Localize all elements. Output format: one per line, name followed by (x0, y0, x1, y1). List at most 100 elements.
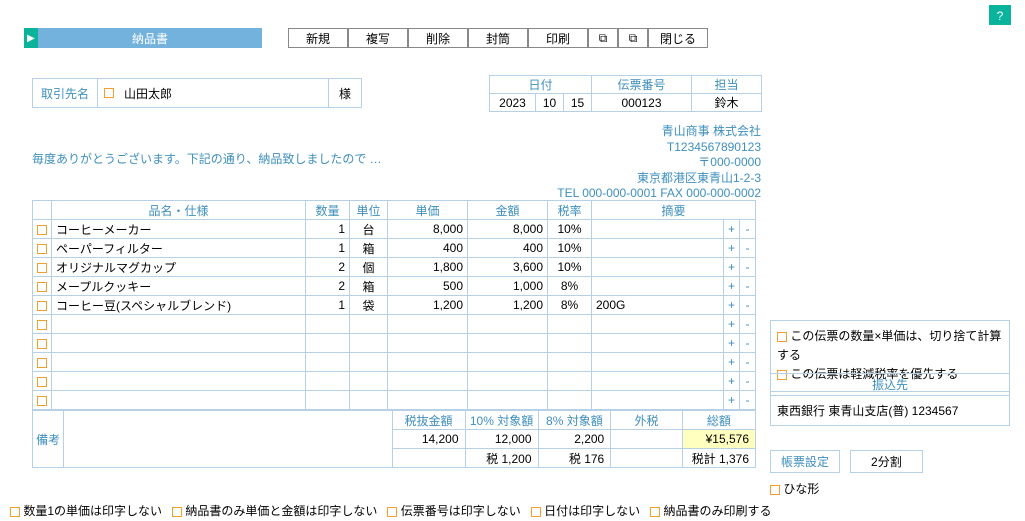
row-remove-button[interactable]: - (740, 277, 756, 296)
close-button[interactable]: 閉じる (648, 28, 708, 48)
row-note[interactable] (592, 391, 724, 410)
row-add-button[interactable]: + (723, 277, 739, 296)
row-tax[interactable] (548, 372, 592, 391)
row-add-button[interactable]: + (723, 296, 739, 315)
row-checkbox[interactable] (37, 244, 47, 254)
row-remove-button[interactable]: - (740, 220, 756, 239)
row-add-button[interactable]: + (723, 391, 739, 410)
row-add-button[interactable]: + (723, 239, 739, 258)
row-remove-button[interactable]: - (740, 391, 756, 410)
row-name[interactable]: メープルクッキー (52, 277, 306, 296)
row-tax[interactable] (548, 334, 592, 353)
row-price[interactable]: 400 (388, 239, 468, 258)
remark-field[interactable] (64, 411, 392, 468)
table-row[interactable]: +- (33, 315, 756, 334)
row-checkbox[interactable] (37, 358, 47, 368)
row-add-button[interactable]: + (723, 315, 739, 334)
table-row[interactable]: オリジナルマグカップ2個1,8003,60010%+- (33, 258, 756, 277)
row-checkbox[interactable] (37, 225, 47, 235)
row-checkbox[interactable] (37, 377, 47, 387)
row-unit[interactable] (350, 334, 388, 353)
row-note[interactable] (592, 353, 724, 372)
row-price[interactable] (388, 315, 468, 334)
row-remove-button[interactable]: - (740, 296, 756, 315)
row-note[interactable] (592, 372, 724, 391)
row-unit[interactable] (350, 353, 388, 372)
row-qty[interactable]: 2 (306, 258, 350, 277)
row-add-button[interactable]: + (723, 334, 739, 353)
row-name[interactable]: オリジナルマグカップ (52, 258, 306, 277)
row-price[interactable]: 1,200 (388, 296, 468, 315)
row-note[interactable] (592, 220, 724, 239)
row-remove-button[interactable]: - (740, 334, 756, 353)
row-checkbox[interactable] (37, 263, 47, 273)
form-setting-value[interactable]: 2分割 (850, 450, 923, 473)
date-day[interactable]: 15 (564, 94, 592, 112)
row-remove-button[interactable]: - (740, 372, 756, 391)
row-tax[interactable] (548, 353, 592, 372)
table-row[interactable]: コーヒー豆(スペシャルブレンド)1袋1,2001,2008%200G+- (33, 296, 756, 315)
row-tax[interactable]: 10% (548, 220, 592, 239)
row-qty[interactable] (306, 372, 350, 391)
row-checkbox[interactable] (37, 301, 47, 311)
partner-checkbox[interactable] (104, 88, 114, 98)
table-row[interactable]: ペーパーフィルター1箱40040010%+- (33, 239, 756, 258)
row-price[interactable] (388, 391, 468, 410)
row-checkbox[interactable] (37, 320, 47, 330)
row-add-button[interactable]: + (723, 372, 739, 391)
row-tax[interactable] (548, 315, 592, 334)
table-row[interactable]: +- (33, 391, 756, 410)
row-add-button[interactable]: + (723, 258, 739, 277)
row-name[interactable] (52, 372, 306, 391)
row-tax[interactable] (548, 391, 592, 410)
row-unit[interactable]: 箱 (350, 239, 388, 258)
row-qty[interactable]: 1 (306, 296, 350, 315)
opt1-checkbox[interactable] (777, 332, 787, 342)
row-price[interactable] (388, 334, 468, 353)
staff-name[interactable]: 鈴木 (692, 94, 762, 112)
envelope-button[interactable]: 封筒 (468, 28, 528, 48)
partner-name[interactable]: 山田太郎 (120, 85, 328, 102)
new-button[interactable]: 新規 (288, 28, 348, 48)
row-name[interactable] (52, 334, 306, 353)
row-remove-button[interactable]: - (740, 315, 756, 334)
row-note[interactable] (592, 277, 724, 296)
row-unit[interactable] (350, 391, 388, 410)
row-remove-button[interactable]: - (740, 239, 756, 258)
table-row[interactable]: メープルクッキー2箱5001,0008%+- (33, 277, 756, 296)
row-price[interactable]: 1,800 (388, 258, 468, 277)
bc1[interactable] (10, 507, 20, 517)
copy-button[interactable]: 複写 (348, 28, 408, 48)
row-price[interactable] (388, 353, 468, 372)
form-setting-label[interactable]: 帳票設定 (770, 450, 840, 473)
row-unit[interactable]: 台 (350, 220, 388, 239)
delete-button[interactable]: 削除 (408, 28, 468, 48)
help-button[interactable]: ? (989, 5, 1011, 25)
bc4[interactable] (531, 507, 541, 517)
row-note[interactable] (592, 315, 724, 334)
date-year[interactable]: 2023 (490, 94, 536, 112)
row-note[interactable]: 200G (592, 296, 724, 315)
bc2[interactable] (172, 507, 182, 517)
row-tax[interactable]: 10% (548, 258, 592, 277)
row-note[interactable] (592, 239, 724, 258)
row-add-button[interactable]: + (723, 220, 739, 239)
row-remove-button[interactable]: - (740, 258, 756, 277)
bc5[interactable] (650, 507, 660, 517)
row-note[interactable] (592, 334, 724, 353)
table-row[interactable]: +- (33, 372, 756, 391)
template-checkbox[interactable] (770, 485, 780, 495)
row-qty[interactable] (306, 315, 350, 334)
row-checkbox[interactable] (37, 396, 47, 406)
row-price[interactable]: 8,000 (388, 220, 468, 239)
print-button[interactable]: 印刷 (528, 28, 588, 48)
row-qty[interactable]: 1 (306, 220, 350, 239)
row-price[interactable]: 500 (388, 277, 468, 296)
row-qty[interactable] (306, 334, 350, 353)
row-name[interactable] (52, 353, 306, 372)
row-name[interactable] (52, 391, 306, 410)
date-month[interactable]: 10 (536, 94, 564, 112)
row-unit[interactable] (350, 372, 388, 391)
icon-button-2[interactable]: ⧉ (618, 28, 648, 48)
row-qty[interactable]: 1 (306, 239, 350, 258)
